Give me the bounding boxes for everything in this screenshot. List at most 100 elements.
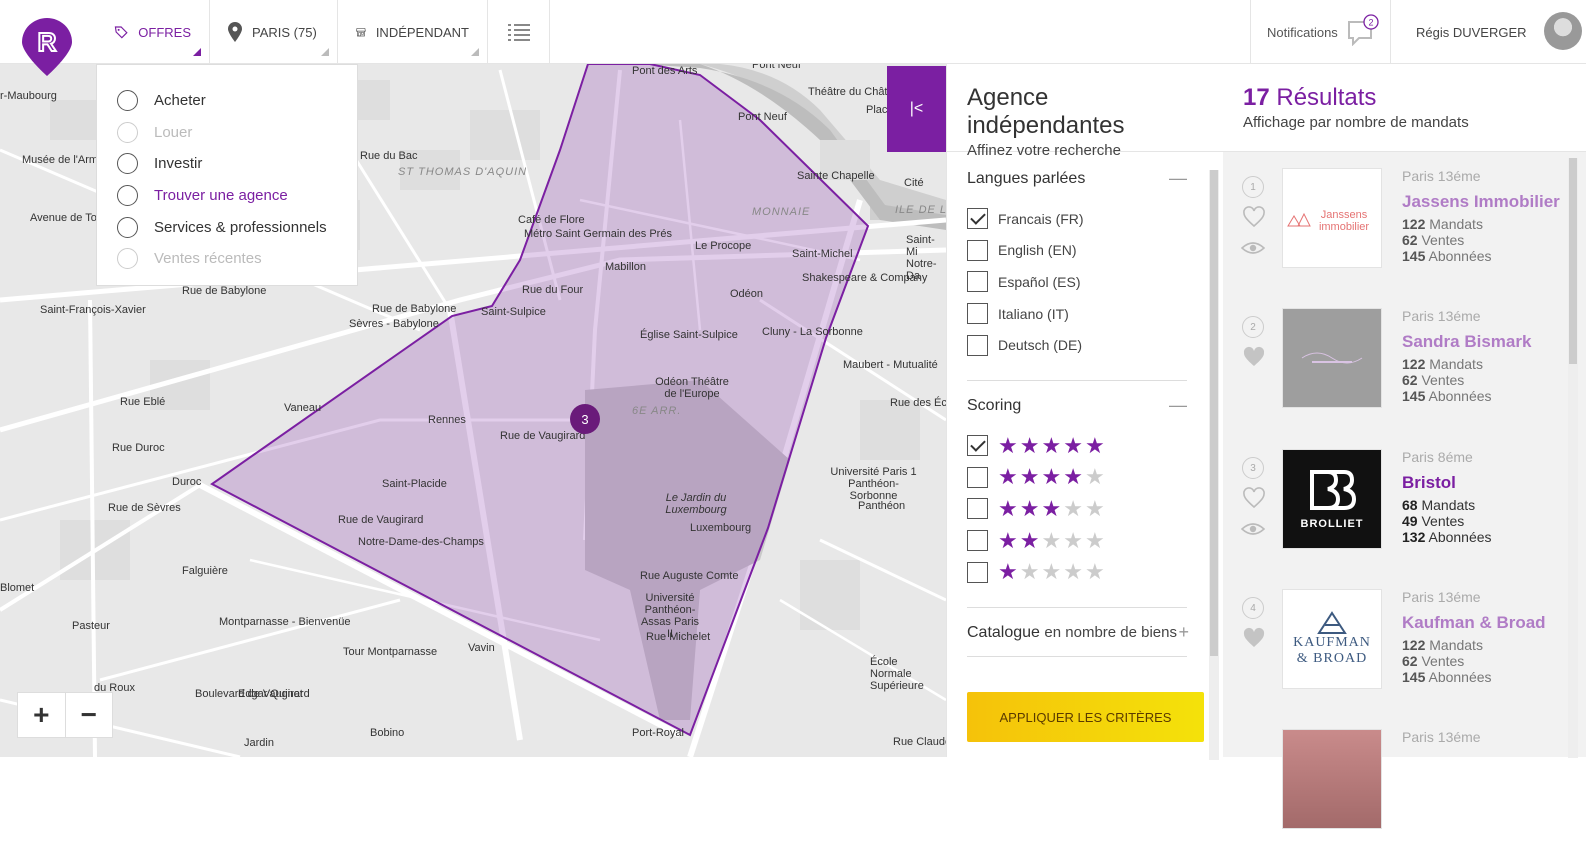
apply-criteria-button[interactable]: APPLIQUER LES CRITÈRES [967, 692, 1204, 742]
language-option[interactable]: Deutsch (DE) [967, 329, 1187, 361]
scoring-option[interactable]: ★★★★★ [967, 556, 1187, 588]
list-view-button[interactable] [488, 0, 550, 64]
language-option[interactable]: Español (ES) [967, 266, 1187, 298]
eye-icon[interactable] [1241, 521, 1265, 537]
zoom-out-button[interactable]: − [66, 693, 113, 737]
star-icon: ★ [1084, 432, 1107, 458]
results-scrollbar[interactable] [1568, 158, 1578, 758]
agency-stats: 122 Mandats 62 Ventes 145 Abonnées [1402, 216, 1492, 264]
catalogue-section: Catalogue en nombre de biens + [967, 622, 1189, 643]
map-label: École Normale Supérieure [870, 656, 924, 692]
collapse-icon[interactable]: — [1169, 395, 1187, 416]
result-card[interactable]: 3 BROLLIET Paris 8éme Bristol 68 Mandats 49 V… [1223, 439, 1568, 579]
map-label: Odéon Théâtre de l'Europe [655, 376, 729, 400]
zoom-in-button[interactable]: + [18, 693, 66, 737]
catalogue-header[interactable]: Catalogue en nombre de biens + [967, 622, 1189, 643]
map-label: Rue du Four [522, 284, 584, 296]
nav-agency-type[interactable]: INDÉPENDANT [338, 0, 488, 64]
language-option[interactable]: Francais (FR) [967, 203, 1187, 235]
user-name: Régis DUVERGER [1416, 24, 1527, 40]
radio-button[interactable] [117, 216, 138, 238]
rank-badge: 4 [1242, 597, 1264, 619]
filters-scrollbar[interactable] [1209, 170, 1219, 760]
language-label: Italiano (IT) [998, 305, 1069, 322]
notifications[interactable]: Notifications 2 [1250, 0, 1391, 64]
offres-option[interactable]: Services & professionnels [97, 211, 357, 243]
checkbox[interactable] [967, 334, 988, 356]
radio-button[interactable] [117, 153, 138, 175]
scrollbar-thumb[interactable] [1210, 170, 1218, 656]
language-option[interactable]: Italiano (IT) [967, 298, 1187, 330]
ventes-label: Ventes [1421, 372, 1465, 388]
agency-name[interactable]: Jassens Immobilier [1402, 192, 1560, 212]
eye-icon[interactable] [1241, 240, 1265, 256]
checkbox[interactable] [967, 530, 988, 552]
svg-text:immobilier: immobilier [1319, 221, 1369, 233]
result-card[interactable]: Paris 13éme [1223, 719, 1568, 859]
language-option[interactable]: English (EN) [967, 235, 1187, 267]
corner-indicator [193, 48, 201, 56]
ventes-label: Ventes [1421, 513, 1465, 529]
star-icon: ★ [1019, 432, 1042, 458]
offres-option[interactable]: Acheter [97, 85, 357, 117]
star-rating: ★★★★★ [998, 466, 1107, 488]
map-cluster-marker[interactable]: 3 [570, 404, 600, 434]
agency-stats: 68 Mandats 49 Ventes 132 Abonnées [1402, 497, 1492, 545]
map-label: Cité [904, 177, 924, 189]
corner-indicator [321, 48, 329, 56]
nav-location[interactable]: PARIS (75) [210, 0, 338, 64]
scoring-option[interactable]: ★★★★★ [967, 430, 1187, 462]
offres-option[interactable]: Trouver une agence [97, 180, 357, 212]
checkbox[interactable] [967, 561, 988, 583]
checkbox[interactable] [967, 435, 988, 457]
languages-header[interactable]: Langues parlées — [967, 168, 1187, 189]
agency-logo[interactable]: BROLLIET [1282, 449, 1382, 549]
user-menu[interactable]: Régis DUVERGER [1391, 0, 1586, 64]
collapse-icon[interactable]: — [1169, 168, 1187, 189]
scoring-header[interactable]: Scoring — [967, 395, 1187, 416]
radio-button[interactable] [117, 121, 138, 143]
agency-logo[interactable]: KAUFMAN & BROAD [1282, 589, 1382, 689]
radio-button[interactable] [117, 90, 138, 112]
agency-logo[interactable]: Janssens immobilier [1282, 168, 1382, 268]
result-card[interactable]: 1 Janssens immobilier Paris 13éme Jassens Im… [1223, 158, 1568, 298]
heart-icon[interactable] [1242, 487, 1266, 509]
heart-icon[interactable] [1242, 206, 1266, 228]
checkbox[interactable] [967, 466, 988, 488]
checkbox[interactable] [967, 239, 988, 261]
radio-button[interactable] [117, 185, 138, 207]
scoring-option[interactable]: ★★★★★ [967, 525, 1187, 557]
offres-option[interactable]: Investir [97, 148, 357, 180]
collapse-panel-button[interactable]: |< [887, 66, 946, 152]
map-label: Rue de Vaugirard [500, 430, 586, 442]
rank-badge: 3 [1242, 457, 1264, 479]
star-icon: ★ [1084, 559, 1107, 585]
avatar[interactable] [1544, 12, 1582, 50]
checkbox[interactable] [967, 271, 988, 293]
star-icon: ★ [1041, 464, 1064, 490]
divider [967, 656, 1187, 657]
result-card[interactable]: 4 KAUFMAN & BROAD Paris 13éme Kaufman & Broa… [1223, 579, 1568, 719]
scoring-option[interactable]: ★★★★★ [967, 493, 1187, 525]
agency-name[interactable]: Sandra Bismark [1402, 332, 1531, 352]
agency-logo[interactable] [1282, 308, 1382, 408]
logo[interactable]: R [22, 18, 72, 76]
radio-button[interactable] [117, 248, 138, 270]
checkbox[interactable] [967, 498, 988, 520]
agency-name[interactable]: Bristol [1402, 473, 1456, 493]
scrollbar-thumb[interactable] [1569, 158, 1577, 364]
scoring-option[interactable]: ★★★★★ [967, 462, 1187, 494]
checkbox[interactable] [967, 208, 988, 230]
rank-badge: 2 [1242, 316, 1264, 338]
nav-offres[interactable]: OFFRES [96, 0, 210, 64]
heart-icon[interactable] [1242, 627, 1266, 649]
map-label: Pont Neuf [738, 111, 787, 123]
checkbox[interactable] [967, 303, 988, 325]
agency-logo[interactable] [1282, 729, 1382, 829]
result-card[interactable]: 2 Paris 13éme Sandra Bismark 122 Mandats 62 … [1223, 298, 1568, 438]
expand-icon[interactable]: + [1178, 622, 1189, 643]
star-icon: ★ [1084, 527, 1107, 553]
offres-option-label: Services & professionnels [154, 218, 327, 236]
heart-icon[interactable] [1242, 346, 1266, 368]
agency-name[interactable]: Kaufman & Broad [1402, 613, 1546, 633]
